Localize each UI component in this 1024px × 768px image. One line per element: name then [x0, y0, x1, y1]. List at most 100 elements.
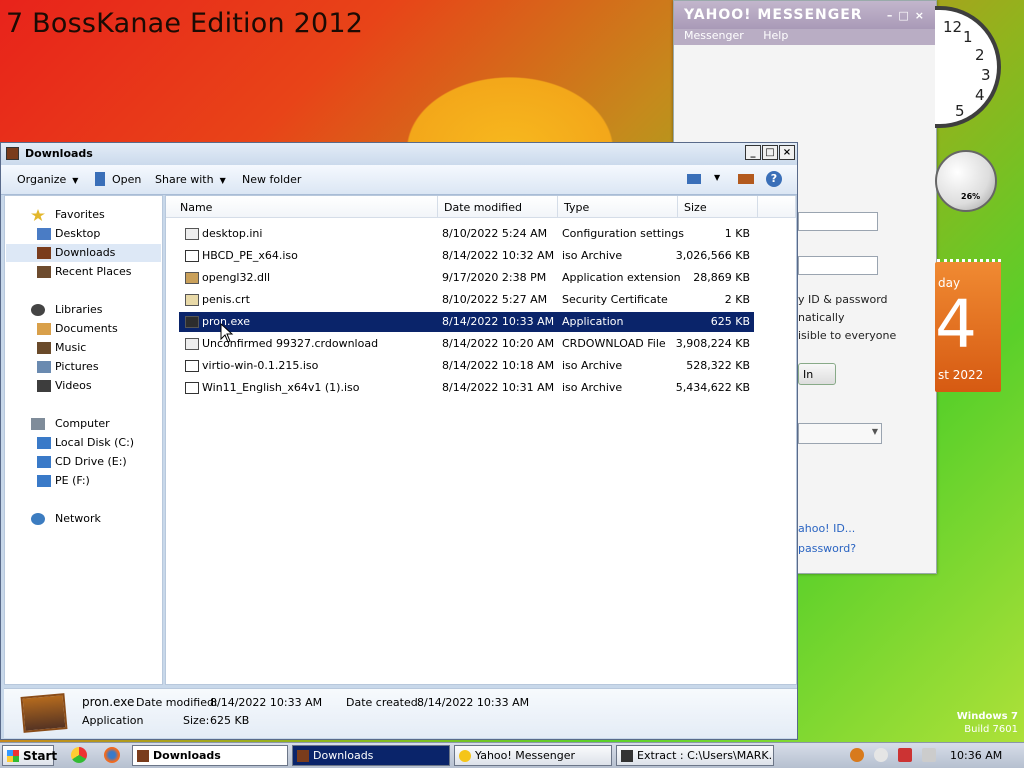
file-name: penis.crt [202, 293, 250, 306]
open-button[interactable]: Open [112, 173, 141, 186]
nav-computer[interactable]: Computer [27, 415, 110, 433]
table-row[interactable]: opengl32.dll 9/17/2020 2:38 PM Applicati… [179, 268, 754, 288]
details-date-modified: 8/14/2022 10:33 AM [210, 696, 323, 709]
column-header-empty [758, 196, 796, 218]
search-tray-icon[interactable] [850, 748, 864, 762]
file-size: 5,434,622 KB [675, 381, 750, 394]
computer-icon [31, 418, 45, 430]
table-row[interactable]: virtio-win-0.1.215.iso 8/14/2022 10:18 A… [179, 356, 754, 376]
explorer-title-bar[interactable]: Downloads _ □ × [1, 143, 797, 165]
nav-documents[interactable]: Documents [35, 320, 118, 338]
table-row[interactable]: desktop.ini 8/10/2022 5:24 AM Configurat… [179, 224, 754, 244]
organize-button[interactable]: Organize ▼ [17, 173, 78, 186]
yahoo-menu-messenger[interactable]: Messenger [684, 29, 744, 42]
column-type-label: Type [564, 201, 590, 214]
nav-videos[interactable]: Videos [35, 377, 92, 395]
nav-downloads[interactable]: Downloads [6, 244, 161, 262]
file-type: iso Archive [562, 381, 623, 394]
file-size: 2 KB [724, 293, 750, 306]
yahoo-password-field[interactable] [798, 256, 878, 275]
yahoo-menu-help[interactable]: Help [763, 29, 788, 42]
auto-signin-label[interactable]: natically [798, 311, 845, 324]
nav-music[interactable]: Music [35, 339, 86, 357]
column-date-label: Date modified [444, 201, 522, 214]
file-date: 8/14/2022 10:31 AM [442, 381, 555, 394]
file-type: iso Archive [562, 359, 623, 372]
nav-pe-drive[interactable]: PE (F:) [35, 472, 90, 490]
task-downloads-1[interactable]: Downloads [132, 745, 288, 766]
task-yahoo-messenger[interactable]: Yahoo! Messenger [454, 745, 612, 766]
iso-file-icon [185, 382, 199, 394]
watermark-line-1: Windows 7 [956, 711, 1018, 722]
command-bar: Organize ▼ Open Share with ▼ New folder ▼ … [1, 165, 797, 195]
preview-pane-icon[interactable] [738, 174, 754, 184]
libraries-icon [31, 304, 45, 316]
file-date: 9/17/2020 2:38 PM [442, 271, 547, 284]
details-file-name: pron.exe [82, 695, 135, 709]
yahoo-id-field[interactable] [798, 212, 878, 231]
table-row-selected[interactable]: pron.exe 8/14/2022 10:33 AM Application … [179, 312, 754, 332]
file-type: Security Certificate [562, 293, 668, 306]
firefox-icon[interactable] [104, 747, 120, 763]
task-extract[interactable]: Extract : C:\Users\MARK... [616, 745, 774, 766]
navigation-pane: Favorites Desktop Downloads Recent Place… [4, 195, 163, 685]
file-name: Win11_English_x64v1 (1).iso [202, 381, 360, 394]
volume-tray-icon[interactable] [922, 748, 936, 762]
file-name: virtio-win-0.1.215.iso [202, 359, 319, 372]
nav-libraries[interactable]: Libraries [27, 301, 103, 319]
column-header-name[interactable]: Name [166, 196, 438, 218]
table-row[interactable]: HBCD_PE_x64.iso 8/14/2022 10:32 AM iso A… [179, 246, 754, 266]
column-header-type[interactable]: Type [558, 196, 678, 218]
file-date: 8/10/2022 5:24 AM [442, 227, 548, 240]
task-downloads-2[interactable]: Downloads [292, 745, 450, 766]
status-select[interactable] [798, 423, 882, 444]
drive-icon [37, 475, 51, 487]
view-icon[interactable] [687, 174, 701, 184]
nav-pictures[interactable]: Pictures [35, 358, 99, 376]
file-size: 3,026,566 KB [675, 249, 750, 262]
file-size: 3,908,224 KB [675, 337, 750, 350]
details-pane: pron.exe Date modified: 8/14/2022 10:33 … [4, 688, 797, 738]
sign-in-button[interactable]: In [798, 363, 836, 385]
chat-tray-icon[interactable] [874, 748, 888, 762]
taskbar-clock[interactable]: 10:36 AM [950, 749, 1002, 762]
chrome-icon[interactable] [71, 747, 87, 763]
visible-label[interactable]: isible to everyone [798, 329, 896, 342]
maximize-button[interactable]: □ [762, 145, 778, 160]
flag-tray-icon[interactable] [898, 748, 912, 762]
start-button[interactable]: Start [2, 745, 57, 766]
nav-recent-places[interactable]: Recent Places [35, 263, 132, 281]
get-yahoo-id-link[interactable]: ahoo! ID... [798, 522, 855, 535]
iso-file-icon [185, 360, 199, 372]
column-header-size[interactable]: Size [678, 196, 758, 218]
table-row[interactable]: Unconfirmed 99327.crdownload 8/14/2022 1… [179, 334, 754, 354]
table-row[interactable]: penis.crt 8/10/2022 5:27 AM Security Cer… [179, 290, 754, 310]
column-header-date[interactable]: Date modified [438, 196, 558, 218]
share-with-button[interactable]: Share with ▼ [155, 173, 226, 186]
nav-desktop[interactable]: Desktop [35, 225, 100, 243]
close-button[interactable]: × [779, 145, 795, 160]
view-options-chevron-icon[interactable]: ▼ [714, 173, 720, 182]
chevron-down-icon: ▼ [72, 176, 79, 185]
nav-cd-drive-label: CD Drive (E:) [55, 455, 127, 468]
nav-local-disk[interactable]: Local Disk (C:) [35, 434, 134, 452]
nav-music-label: Music [55, 341, 87, 354]
nav-cd-drive[interactable]: CD Drive (E:) [35, 453, 127, 471]
explorer-window[interactable]: Downloads _ □ × Organize ▼ Open Share wit… [0, 142, 798, 740]
file-list[interactable]: Name Date modified Type Size desktop.ini… [165, 195, 797, 685]
column-size-label: Size [684, 201, 707, 214]
calendar-rings [937, 259, 1001, 267]
new-folder-button[interactable]: New folder [242, 173, 301, 186]
help-icon[interactable]: ? [766, 171, 782, 187]
remember-id-label[interactable]: y ID & password [798, 293, 888, 306]
table-row[interactable]: Win11_English_x64v1 (1).iso 8/14/2022 10… [179, 378, 754, 398]
minimize-button[interactable]: _ [745, 145, 761, 160]
nav-network[interactable]: Network [27, 510, 101, 528]
nav-favorites[interactable]: Favorites [27, 206, 105, 224]
file-name: desktop.ini [202, 227, 263, 240]
clock-num-1: 1 [963, 28, 973, 46]
taskbar: Start Downloads Downloads Yahoo! Messeng… [0, 742, 1024, 768]
recent-places-icon [37, 266, 51, 278]
task-downloads-2-label: Downloads [313, 749, 374, 762]
forgot-password-link[interactable]: password? [798, 542, 856, 555]
